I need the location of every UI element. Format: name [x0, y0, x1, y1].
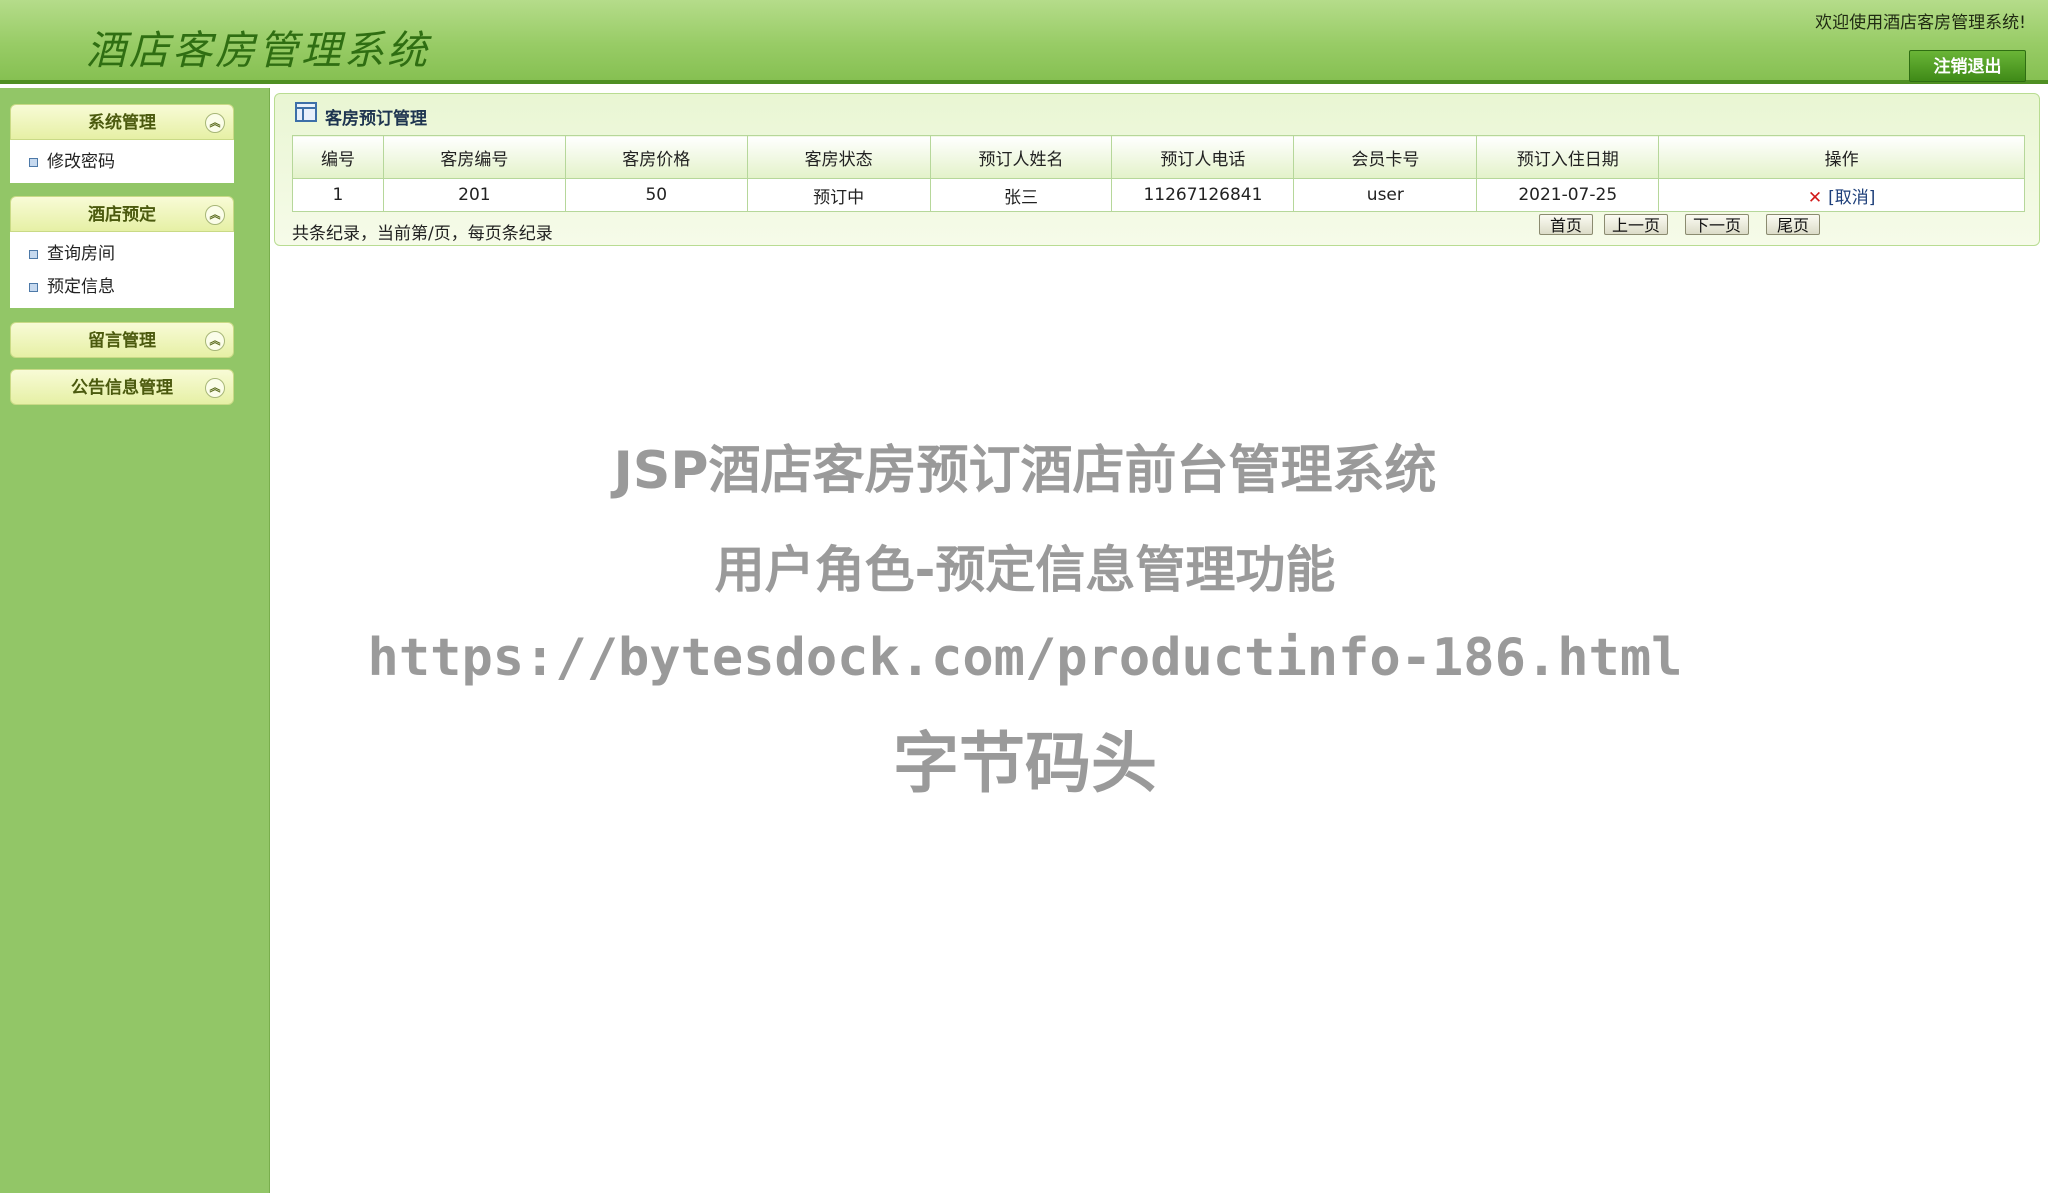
menu-head-label: 留言管理 — [88, 331, 156, 351]
welcome-text: 欢迎使用酒店客房管理系统! — [1815, 13, 2026, 33]
menu-body-booking: 查询房间 预定信息 — [10, 232, 234, 308]
watermark-url: https://bytesdock.com/productinfo-186.ht… — [367, 628, 1683, 688]
cell-id: 1 — [292, 178, 384, 212]
app-title: 酒店客房管理系统 — [86, 28, 430, 74]
close-x-icon[interactable]: ✕ — [1808, 188, 1822, 208]
table-header-row: 编号 客房编号 客房价格 客房状态 预订人姓名 预订人电话 会员卡号 预订入住日… — [292, 135, 2025, 179]
column-header: 预订人电话 — [1111, 135, 1295, 179]
square-bullet-icon — [29, 250, 38, 259]
cell-card: user — [1293, 178, 1478, 212]
menu-group-notices: 公告信息管理 ︽ — [10, 369, 234, 405]
cell-price: 50 — [564, 178, 748, 212]
menu-group-messages: 留言管理 ︽ — [10, 322, 234, 358]
double-chevron-up-icon[interactable]: ︽ — [205, 113, 225, 133]
column-header: 编号 — [292, 135, 384, 179]
pager-info: 共条纪录，当前第/页，每页条纪录 — [292, 224, 553, 244]
column-header: 预订人姓名 — [929, 135, 1113, 179]
menu-head-label: 系统管理 — [88, 113, 156, 133]
cell-phone: 11267126841 — [1111, 178, 1295, 212]
menu-group-system: 系统管理 ︽ 修改密码 — [10, 104, 234, 183]
sidebar-item-change-password[interactable]: 修改密码 — [10, 146, 234, 179]
square-bullet-icon — [29, 283, 38, 292]
sidebar-item-label: 预定信息 — [47, 277, 115, 297]
next-page-button[interactable]: 下一页 — [1685, 214, 1749, 235]
cancel-link[interactable]: [取消] — [1828, 188, 1875, 208]
sidebar-item-booking-info[interactable]: 预定信息 — [10, 271, 234, 304]
column-header: 客房编号 — [382, 135, 566, 179]
panel-title: 客房预订管理 — [325, 109, 427, 129]
menu-head-notices[interactable]: 公告信息管理 ︽ — [10, 369, 234, 405]
first-page-button[interactable]: 首页 — [1539, 214, 1593, 235]
menu-head-messages[interactable]: 留言管理 ︽ — [10, 322, 234, 358]
cell-status: 预订中 — [746, 178, 931, 212]
sidebar-item-label: 查询房间 — [47, 244, 115, 264]
double-chevron-up-icon[interactable]: ︽ — [205, 205, 225, 225]
cell-date: 2021-07-25 — [1476, 178, 1660, 212]
sidebar-item-label: 修改密码 — [47, 152, 115, 172]
cell-action: ✕ [取消] — [1658, 178, 2025, 212]
column-header: 操作 — [1658, 135, 2025, 179]
watermark-title: JSP酒店客房预订酒店前台管理系统 — [613, 441, 1437, 501]
table-icon — [295, 102, 317, 122]
cell-room-no: 201 — [382, 178, 566, 212]
sidebar: 系统管理 ︽ 修改密码 酒店预定 ︽ 查询房间 预定信息 留言管理 ︽ 公告信息… — [0, 88, 270, 1193]
column-header: 客房价格 — [564, 135, 748, 179]
column-header: 预订入住日期 — [1476, 135, 1660, 179]
column-header: 客房状态 — [746, 135, 931, 179]
menu-head-label: 酒店预定 — [88, 205, 156, 225]
menu-body-system: 修改密码 — [10, 140, 234, 183]
square-bullet-icon — [29, 158, 38, 167]
table-row: 1 201 50 预订中 张三 11267126841 user 2021-07… — [292, 178, 2025, 212]
sidebar-item-search-room[interactable]: 查询房间 — [10, 238, 234, 271]
last-page-button[interactable]: 尾页 — [1766, 214, 1820, 235]
menu-head-booking[interactable]: 酒店预定 ︽ — [10, 196, 234, 232]
logout-button[interactable]: 注销退出 — [1909, 50, 2026, 82]
menu-head-label: 公告信息管理 — [71, 378, 173, 398]
cell-name: 张三 — [929, 178, 1113, 212]
menu-head-system[interactable]: 系统管理 ︽ — [10, 104, 234, 140]
double-chevron-up-icon[interactable]: ︽ — [205, 331, 225, 351]
booking-table: 编号 客房编号 客房价格 客房状态 预订人姓名 预订人电话 会员卡号 预订入住日… — [292, 135, 2025, 212]
column-header: 会员卡号 — [1293, 135, 1478, 179]
menu-group-booking: 酒店预定 ︽ 查询房间 预定信息 — [10, 196, 234, 308]
watermark-brand: 字节码头 — [893, 725, 1157, 802]
booking-panel: 客房预订管理 编号 客房编号 客房价格 客房状态 预订人姓名 预订人电话 会员卡… — [274, 93, 2040, 246]
header: 酒店客房管理系统 欢迎使用酒店客房管理系统! 注销退出 — [0, 0, 2048, 84]
double-chevron-up-icon[interactable]: ︽ — [205, 378, 225, 398]
prev-page-button[interactable]: 上一页 — [1604, 214, 1668, 235]
watermark-subtitle: 用户角色-预定信息管理功能 — [714, 541, 1336, 599]
